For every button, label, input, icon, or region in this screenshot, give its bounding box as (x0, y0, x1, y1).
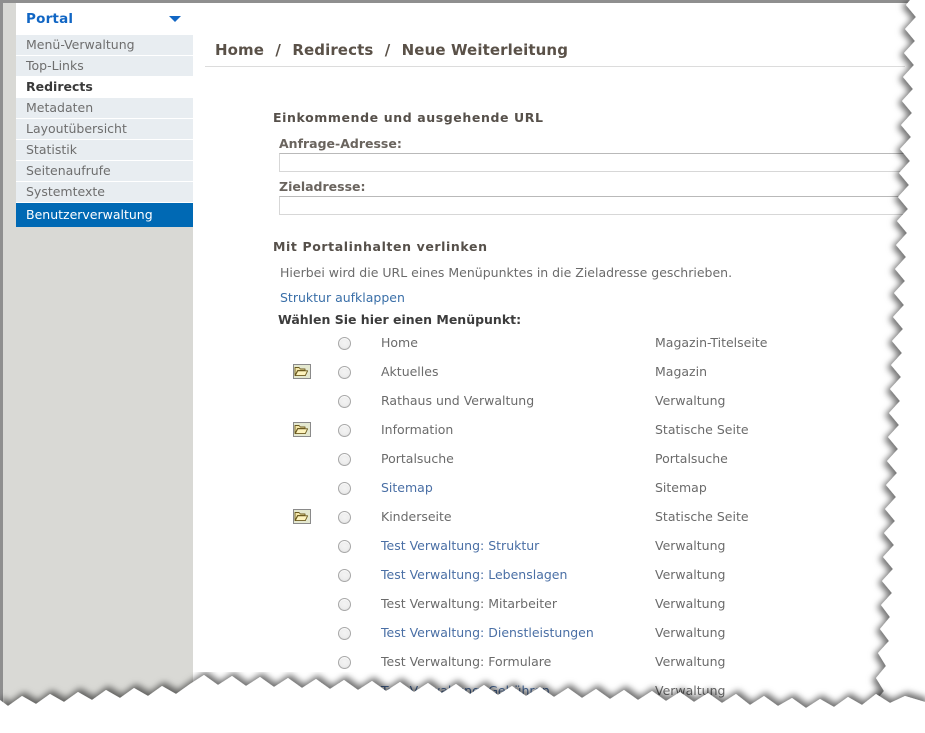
zieladresse-input[interactable] (279, 196, 911, 215)
menu-tree: Home Magazin-Titelseite Aktuelles Magazi… (193, 329, 911, 706)
menu-item-label: Portalsuche (381, 451, 454, 466)
menu-item-radio[interactable] (338, 453, 351, 466)
menu-item-label[interactable]: Test Verwaltung: Struktur (381, 538, 539, 553)
breadcrumb: Home / Redirects / Neue Weiterleitung (215, 41, 574, 59)
main-content: Home / Redirects / Neue Weiterleitung Ei… (193, 3, 911, 714)
menu-item-radio[interactable] (338, 598, 351, 611)
sidebar-item-statistik[interactable]: Statistik (16, 140, 193, 161)
menu-item-type: Statische Seite (655, 422, 749, 437)
table-row: Test Verwaltung: Lebenslagen Verwaltung (193, 561, 911, 590)
table-row: Test Verwaltung: Struktur Verwaltung (193, 532, 911, 561)
table-row: Information Statische Seite (193, 416, 911, 445)
menu-item-type: Statische Seite (655, 509, 749, 524)
menu-item-label[interactable]: Test Verwaltung: Dienstleistungen (381, 625, 594, 640)
menu-item-radio[interactable] (338, 337, 351, 350)
menu-item-type: Portalsuche (655, 451, 728, 466)
sidebar-item-label: Systemtexte (26, 184, 105, 199)
menu-item-type: Verwaltung (655, 625, 726, 640)
zieladresse-label: Zieladresse: (279, 179, 366, 194)
link-section-heading: Mit Portalinhalten verlinken (273, 239, 488, 254)
table-row: Rathaus und Verwaltung Verwaltung (193, 387, 911, 416)
menu-item-radio[interactable] (338, 540, 351, 553)
table-row: Test Verwaltung: Gebühren Verwaltung (193, 677, 911, 706)
sidebar-item-label: Seitenaufrufe (26, 163, 111, 178)
sidebar-item-systemtexte[interactable]: Systemtexte (16, 182, 193, 203)
table-row: Portalsuche Portalsuche (193, 445, 911, 474)
menu-item-type: Sitemap (655, 480, 707, 495)
menu-item-label: Aktuelles (381, 364, 439, 379)
sidebar-item-benutzerverwaltung[interactable]: Benutzerverwaltung (16, 203, 193, 227)
sidebar-item-label: Layoutübersicht (26, 121, 127, 136)
sidebar-item-label: Top-Links (26, 58, 84, 73)
menu-item-radio[interactable] (338, 424, 351, 437)
sidebar-item-metadaten[interactable]: Metadaten (16, 98, 193, 119)
table-row: Test Verwaltung: Formulare Verwaltung (193, 648, 911, 677)
table-row: Aktuelles Magazin (193, 358, 911, 387)
menu-item-type: Verwaltung (655, 596, 726, 611)
menu-item-label: Test Verwaltung: Formulare (381, 654, 552, 669)
sidebar-item-label: Statistik (26, 142, 77, 157)
menu-item-label[interactable]: Test Verwaltung: Lebenslagen (381, 567, 567, 582)
struktur-aufklappen-link[interactable]: Struktur aufklappen (280, 290, 405, 305)
anfrage-adresse-input[interactable] (279, 153, 911, 172)
menu-item-label[interactable]: Test Verwaltung: Gebühren (381, 683, 550, 698)
sidebar-item-label: Menü-Verwaltung (26, 37, 135, 52)
menu-item-type: Magazin (655, 364, 707, 379)
menu-item-radio[interactable] (338, 569, 351, 582)
menu-item-type: Verwaltung (655, 538, 726, 553)
menu-item-type: Verwaltung (655, 683, 726, 698)
table-row: Test Verwaltung: Dienstleistungen Verwal… (193, 619, 911, 648)
breadcrumb-item-redirects[interactable]: Redirects (292, 41, 373, 59)
sidebar-item-label: Metadaten (26, 100, 94, 115)
folder-open-icon[interactable] (293, 509, 311, 524)
menu-item-type: Verwaltung (655, 393, 726, 408)
menu-item-label: Test Verwaltung: Mitarbeiter (381, 596, 558, 611)
menu-item-radio[interactable] (338, 685, 351, 698)
application-window: Portal Menü-Verwaltung Top-Links Redirec… (0, 0, 925, 733)
sidebar-item-menu-verwaltung[interactable]: Menü-Verwaltung (16, 35, 193, 56)
sidebar-title: Portal (26, 11, 74, 27)
url-section-heading: Einkommende und ausgehende URL (273, 110, 544, 125)
table-row: Test Verwaltung: Mitarbeiter Verwaltung (193, 590, 911, 619)
sidebar-item-top-links[interactable]: Top-Links (16, 56, 193, 77)
chevron-down-icon[interactable] (169, 16, 181, 22)
sidebar-item-label: Benutzerverwaltung (26, 207, 153, 222)
menu-item-radio[interactable] (338, 627, 351, 640)
breadcrumb-separator: / (384, 41, 391, 59)
sidebar-item-label: Redirects (26, 79, 93, 94)
sidebar-panel: Portal Menü-Verwaltung Top-Links Redirec… (16, 3, 193, 227)
table-row: Kinderseite Statische Seite (193, 503, 911, 532)
breadcrumb-divider (205, 66, 905, 67)
breadcrumb-separator: / (275, 41, 281, 59)
menu-item-type: Verwaltung (655, 567, 726, 582)
menu-item-type: Magazin-Titelseite (655, 335, 768, 350)
menu-item-radio[interactable] (338, 395, 351, 408)
menu-item-radio[interactable] (338, 482, 351, 495)
menu-item-label: Information (381, 422, 454, 437)
sidebar-item-layoutuebersicht[interactable]: Layoutübersicht (16, 119, 193, 140)
sidebar-item-redirects[interactable]: Redirects (16, 77, 193, 98)
menu-item-radio[interactable] (338, 511, 351, 524)
menu-item-label: Kinderseite (381, 509, 452, 524)
table-row: Sitemap Sitemap (193, 474, 911, 503)
breadcrumb-item-current: Neue Weiterleitung (401, 41, 569, 59)
choose-menu-item-label: Wählen Sie hier einen Menüpunkt: (278, 312, 522, 327)
folder-open-icon[interactable] (293, 364, 311, 379)
menu-item-radio[interactable] (338, 656, 351, 669)
sidebar: Portal Menü-Verwaltung Top-Links Redirec… (3, 3, 193, 730)
menu-item-label: Home (381, 335, 418, 350)
sidebar-item-seitenaufrufe[interactable]: Seitenaufrufe (16, 161, 193, 182)
menu-item-radio[interactable] (338, 366, 351, 379)
menu-item-type: Verwaltung (655, 654, 726, 669)
folder-open-icon[interactable] (293, 422, 311, 437)
table-row: Home Magazin-Titelseite (193, 329, 911, 358)
breadcrumb-item-home[interactable]: Home (215, 41, 264, 59)
anfrage-adresse-label: Anfrage-Adresse: (279, 136, 402, 151)
menu-item-label[interactable]: Sitemap (381, 480, 433, 495)
menu-item-label: Rathaus und Verwaltung (381, 393, 535, 408)
sidebar-header[interactable]: Portal (16, 3, 193, 35)
link-section-description: Hierbei wird die URL eines Menüpunktes i… (280, 265, 733, 280)
